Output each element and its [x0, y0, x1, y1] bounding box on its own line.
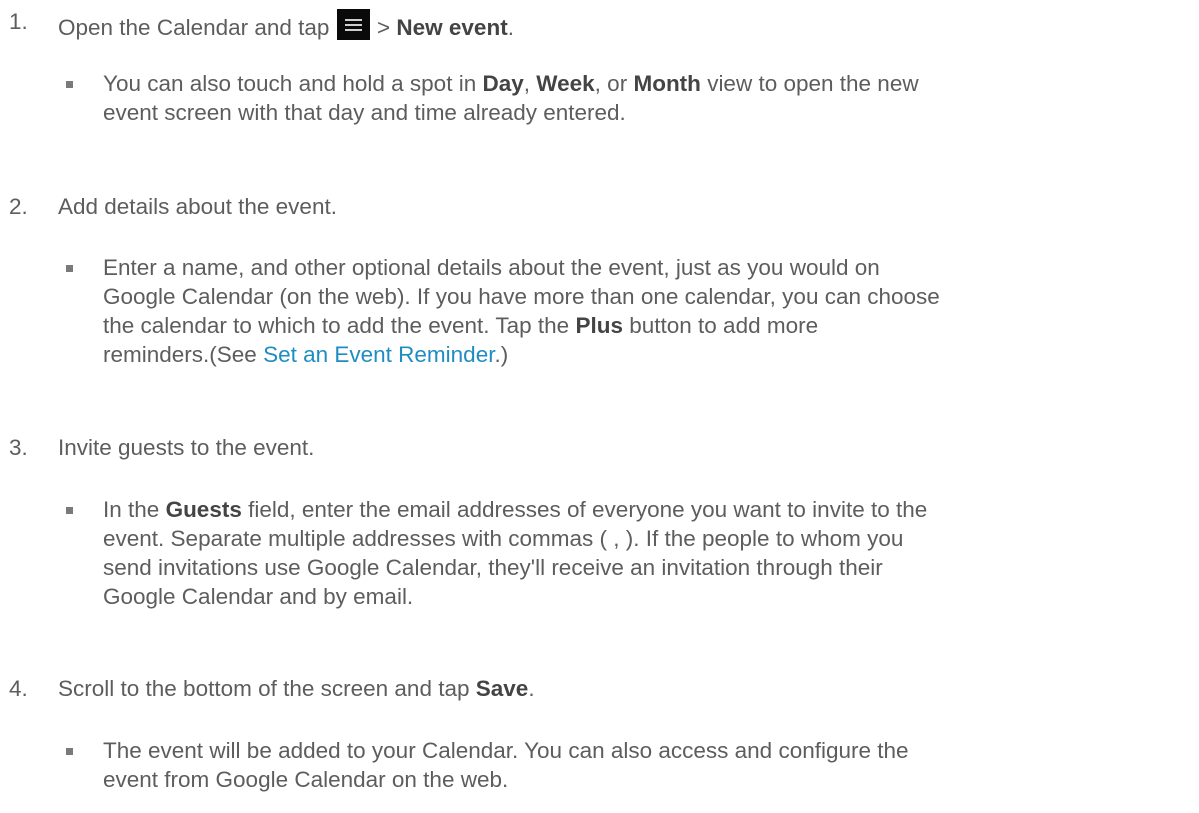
bullet-icon — [66, 748, 73, 755]
step-4-note: The event will be added to your Calendar… — [103, 738, 909, 792]
step-3-note: In the Guests field, enter the email add… — [103, 497, 928, 609]
step-2-note: Enter a name, and other optional details… — [103, 255, 940, 367]
bullet-icon — [66, 81, 73, 88]
step-text: Open the Calendar and tap > New event. — [58, 9, 514, 41]
menu-icon — [336, 9, 370, 40]
step-number: 1. — [9, 9, 28, 34]
step-text: Scroll to the bottom of the screen and t… — [58, 676, 535, 701]
event-reminder-link[interactable]: Set an Event Reminder — [263, 342, 494, 367]
step-1-note: You can also touch and hold a spot in Da… — [103, 71, 919, 125]
step-text: Add details about the event. — [58, 194, 337, 219]
step-number: 4. — [9, 676, 28, 701]
help-page: { "steps": [ { "number": "1.", "text_bef… — [0, 0, 1199, 813]
step-number: 3. — [9, 435, 28, 460]
bullet-icon — [66, 507, 73, 514]
bullet-icon — [66, 265, 73, 272]
step-text: Invite guests to the event. — [58, 435, 315, 460]
step-number: 2. — [9, 194, 28, 219]
